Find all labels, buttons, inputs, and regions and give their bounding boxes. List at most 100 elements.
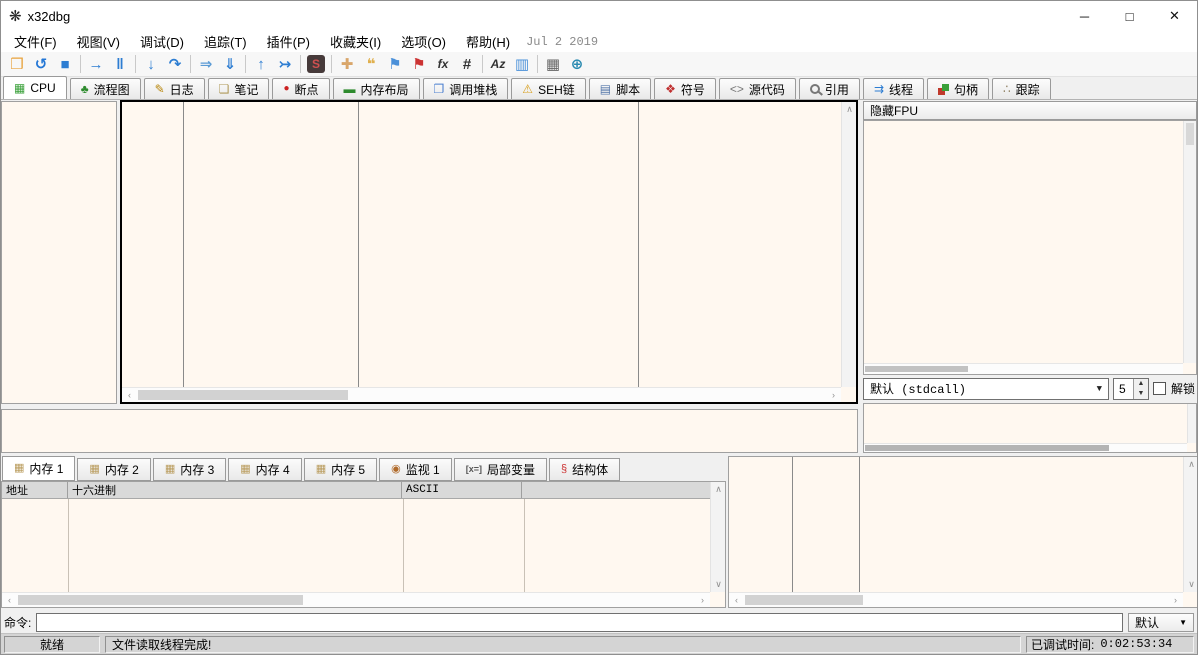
run-to-user-code-button[interactable]: ↑ bbox=[249, 53, 273, 75]
menu-debug[interactable]: 调试(D) bbox=[130, 31, 194, 52]
argument-count-stepper[interactable]: 5 ▲ ▼ bbox=[1113, 378, 1149, 400]
bookmark-button[interactable]: ⚑ bbox=[407, 53, 431, 75]
tab-memory-1[interactable]: ▦内存 1 bbox=[2, 456, 75, 481]
tab-script[interactable]: ▤脚本 bbox=[589, 78, 651, 99]
menu-favourites[interactable]: 收藏夹(I) bbox=[320, 31, 391, 52]
step-over-button[interactable]: ↷ bbox=[163, 53, 187, 75]
stack-hscrollbar[interactable]: ‹ › bbox=[729, 592, 1183, 607]
tab-trace[interactable]: ∴跟踪 bbox=[992, 78, 1051, 99]
unlock-checkbox[interactable] bbox=[1153, 382, 1166, 395]
command-input[interactable] bbox=[36, 613, 1123, 632]
arguments-pane[interactable] bbox=[863, 403, 1197, 453]
tab-graph[interactable]: ♣流程图 bbox=[70, 78, 141, 99]
scroll-up-arrow[interactable]: ∧ bbox=[1184, 457, 1198, 472]
stack-pane[interactable]: ∧ ∨ ‹ › bbox=[728, 456, 1198, 608]
font-button[interactable]: Az bbox=[486, 53, 510, 75]
spin-down-icon[interactable]: ▼ bbox=[1134, 389, 1148, 399]
open-file-button[interactable]: ❒ bbox=[5, 53, 29, 75]
step-out-button[interactable]: ⇓ bbox=[218, 53, 242, 75]
menu-file[interactable]: 文件(F) bbox=[4, 31, 67, 52]
attach-button[interactable]: ▥ bbox=[510, 53, 534, 75]
tab-memory-map[interactable]: ▬内存布局 bbox=[333, 78, 420, 99]
scroll-right-arrow[interactable]: › bbox=[695, 593, 710, 608]
tab-watch-1[interactable]: ◉监视 1 bbox=[379, 458, 452, 481]
scroll-left-arrow[interactable]: ‹ bbox=[2, 593, 17, 608]
tab-breakpoints[interactable]: ●断点 bbox=[272, 78, 329, 99]
minimize-button[interactable]: ─ bbox=[1062, 1, 1107, 31]
tab-memory-3[interactable]: ▦内存 3 bbox=[153, 458, 226, 481]
hide-fpu-button[interactable]: 隐藏FPU bbox=[863, 101, 1197, 120]
patch-button[interactable]: ✚ bbox=[335, 53, 359, 75]
stack-vscrollbar[interactable]: ∧ ∨ bbox=[1183, 457, 1198, 592]
restart-button[interactable]: ↺ bbox=[29, 53, 53, 75]
menu-trace[interactable]: 追踪(T) bbox=[194, 31, 257, 52]
scrollbar-thumb[interactable] bbox=[865, 445, 1109, 451]
sidebar-pane[interactable] bbox=[1, 101, 117, 404]
menu-help[interactable]: 帮助(H) bbox=[456, 31, 520, 52]
arguments-hscrollbar[interactable] bbox=[864, 443, 1187, 452]
scroll-down-arrow[interactable]: ∨ bbox=[1184, 577, 1198, 592]
scroll-up-arrow[interactable]: ∧ bbox=[711, 482, 726, 497]
scroll-right-arrow[interactable]: › bbox=[826, 388, 841, 403]
disassembly-pane[interactable]: ∧ ‹ › bbox=[120, 100, 858, 404]
spin-up-icon[interactable]: ▲ bbox=[1134, 379, 1148, 389]
command-profile-select[interactable]: 默认 ▼ bbox=[1128, 613, 1194, 632]
close-button[interactable]: ✕ bbox=[1152, 1, 1197, 31]
calculator-button[interactable]: ▦ bbox=[541, 53, 565, 75]
scroll-right-arrow[interactable]: › bbox=[1168, 593, 1183, 608]
disassembly-hscrollbar[interactable]: ‹ › bbox=[122, 387, 841, 402]
tab-symbols[interactable]: ❖符号 bbox=[654, 78, 716, 99]
scroll-left-arrow[interactable]: ‹ bbox=[122, 388, 137, 403]
step-into-button[interactable]: ↓ bbox=[139, 53, 163, 75]
info-pane[interactable] bbox=[1, 409, 858, 453]
tab-locals[interactable]: [x=]局部变量 bbox=[454, 458, 547, 481]
tab-memory-5[interactable]: ▦内存 5 bbox=[304, 458, 377, 481]
disassembly-vscrollbar[interactable]: ∧ bbox=[841, 102, 856, 387]
dump-vscrollbar[interactable]: ∧ ∨ bbox=[710, 482, 725, 592]
tab-handles[interactable]: 句柄 bbox=[927, 78, 989, 99]
memory-dump-pane[interactable]: 地址 十六进制 ASCII ∧ ∨ ‹ › bbox=[1, 481, 726, 608]
s-badge-button[interactable]: S bbox=[304, 53, 328, 75]
scroll-down-arrow[interactable]: ∨ bbox=[711, 577, 726, 592]
arguments-vscrollbar[interactable] bbox=[1187, 404, 1196, 443]
registers-vscrollbar[interactable] bbox=[1183, 121, 1196, 363]
tab-references[interactable]: 引用 bbox=[799, 78, 860, 99]
function-button[interactable]: fx bbox=[431, 53, 455, 75]
toolbar-separator bbox=[537, 55, 538, 73]
hash-icon: # bbox=[463, 56, 471, 73]
dump-hscrollbar[interactable]: ‹ › bbox=[2, 592, 710, 607]
execute-till-return-button[interactable]: ⇒ bbox=[194, 53, 218, 75]
scrollbar-thumb[interactable] bbox=[865, 366, 968, 372]
run-button[interactable]: → bbox=[84, 53, 108, 75]
tab-memory-2[interactable]: ▦内存 2 bbox=[77, 458, 150, 481]
calling-convention-select[interactable]: 默认 (stdcall) ▼ bbox=[863, 378, 1109, 400]
maximize-button[interactable]: □ bbox=[1107, 1, 1152, 31]
menu-plugins[interactable]: 插件(P) bbox=[257, 31, 320, 52]
label-button[interactable]: ⚑ bbox=[383, 53, 407, 75]
stop-button[interactable]: ■ bbox=[53, 53, 77, 75]
tab-struct[interactable]: §结构体 bbox=[549, 458, 620, 481]
tab-memory-4[interactable]: ▦内存 4 bbox=[228, 458, 301, 481]
tab-cpu[interactable]: ▦CPU bbox=[3, 76, 67, 99]
comment-button[interactable]: ❝ bbox=[359, 53, 383, 75]
registers-pane[interactable] bbox=[863, 120, 1197, 375]
menu-options[interactable]: 选项(O) bbox=[391, 31, 456, 52]
tab-call-stack[interactable]: ❐调用堆栈 bbox=[423, 78, 509, 99]
scrollbar-thumb[interactable] bbox=[1186, 123, 1194, 145]
goto-user-button[interactable]: ↣ bbox=[273, 53, 297, 75]
tab-seh-chain[interactable]: ⚠SEH链 bbox=[511, 78, 585, 99]
scroll-up-arrow[interactable]: ∧ bbox=[842, 102, 857, 117]
registers-hscrollbar[interactable] bbox=[864, 363, 1183, 374]
tab-source[interactable]: <>源代码 bbox=[719, 78, 796, 99]
tab-notes[interactable]: ❏笔记 bbox=[208, 78, 270, 99]
scroll-left-arrow[interactable]: ‹ bbox=[729, 593, 744, 608]
globe-button[interactable]: ⊕ bbox=[565, 53, 589, 75]
scrollbar-thumb[interactable] bbox=[18, 595, 303, 605]
hash-button[interactable]: # bbox=[455, 53, 479, 75]
scrollbar-thumb[interactable] bbox=[138, 390, 348, 400]
pause-button[interactable]: ‖ bbox=[108, 53, 132, 75]
tab-threads[interactable]: ⇉线程 bbox=[863, 78, 924, 99]
tab-log[interactable]: ✎日志 bbox=[144, 78, 205, 99]
menu-view[interactable]: 视图(V) bbox=[67, 31, 130, 52]
scrollbar-thumb[interactable] bbox=[745, 595, 863, 605]
